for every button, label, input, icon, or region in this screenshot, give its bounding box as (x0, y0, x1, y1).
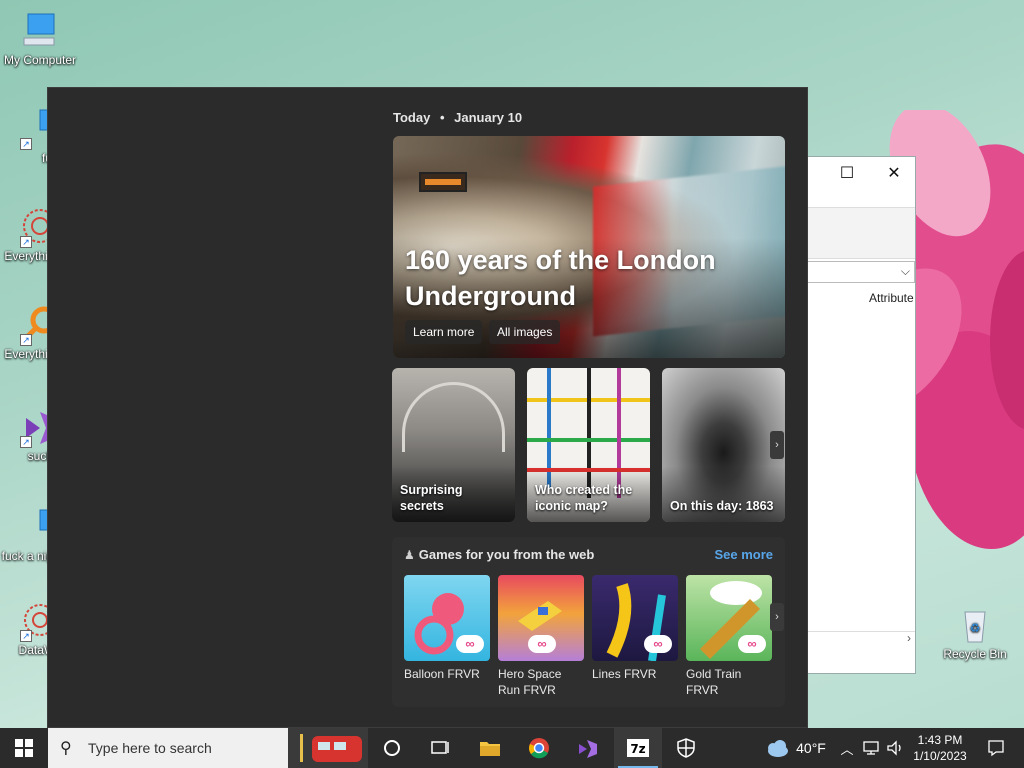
volume-button[interactable] (884, 728, 906, 768)
shortcut-arrow-icon: ↗ (20, 436, 32, 448)
games-heading-text: Games for you from the web (418, 547, 595, 562)
visual-studio-button[interactable] (568, 728, 608, 768)
games-heading: ♟ Games for you from the web (404, 547, 594, 562)
game-name: Hero Space Run FRVR (498, 667, 562, 697)
windows-logo-icon (15, 739, 33, 757)
station-arch-image (402, 382, 505, 452)
weather-temp: 40°F (796, 740, 826, 756)
folder-icon (480, 742, 500, 756)
taskbar-search-box[interactable]: ⚲ Type here to search (48, 728, 288, 768)
horizontal-scrollbar[interactable]: › (807, 631, 915, 645)
speaker-icon (887, 740, 901, 756)
date-separator: • (439, 110, 445, 125)
card-caption: Who created the iconic map? (535, 483, 633, 513)
shortcut-arrow-icon: ↗ (20, 630, 32, 642)
station-sign-image (419, 172, 467, 192)
frvr-badge-icon: ∞ (528, 635, 556, 653)
chevron-up-icon: ︿ (840, 741, 854, 757)
svg-text:♻: ♻ (970, 621, 981, 635)
game-gold-train[interactable]: ∞ Gold Train FRVR (686, 575, 772, 698)
desktop-icon-label: Recycle Bin (943, 647, 1007, 661)
shield-icon (677, 738, 695, 758)
game-name: Lines FRVR (592, 667, 657, 681)
recycle-bin-icon: ♻ (955, 604, 995, 644)
attribute-column-header[interactable]: Attribute (869, 291, 914, 305)
hero-card[interactable]: 160 years of the London Underground Lear… (393, 136, 785, 358)
7zip-button[interactable]: 7z (614, 728, 662, 768)
game-balloon[interactable]: ∞ Balloon FRVR (404, 575, 490, 682)
chevron-down-icon: ⌵ (900, 264, 910, 278)
chevron-right-icon[interactable]: › (907, 631, 911, 645)
games-next-arrow-icon[interactable]: › (770, 603, 784, 631)
game-thumbnail: ∞ (592, 575, 678, 661)
maximize-icon[interactable]: ☐ (837, 163, 857, 183)
game-thumbnail: ∞ (686, 575, 772, 661)
search-highlight-image[interactable] (288, 728, 368, 768)
game-hero-space-run[interactable]: ∞ Hero Space Run FRVR (498, 575, 584, 698)
game-name: Balloon FRVR (404, 667, 480, 681)
network-button[interactable] (860, 728, 882, 768)
file-explorer-button[interactable] (470, 728, 510, 768)
desktop-icon-label: My Computer (3, 53, 77, 67)
date-text: January 10 (454, 110, 523, 125)
clock-date: 1/10/2023 (913, 749, 967, 763)
frvr-badge-icon: ∞ (456, 635, 484, 653)
games-widget: ♟ Games for you from the web See more ∞ B… (392, 537, 785, 707)
close-icon[interactable]: ✕ (884, 163, 904, 183)
desktop-icon-recycle-bin[interactable]: ♻ Recycle Bin (935, 604, 1015, 661)
widgets-panel: Today • January 10 160 years of the Lond… (47, 87, 808, 728)
game-lines[interactable]: ∞ Lines FRVR (592, 575, 678, 682)
cloud-icon (768, 740, 789, 757)
shortcut-arrow-icon: ↗ (20, 236, 32, 248)
card-on-this-day[interactable]: On this day: 1863 (662, 368, 785, 522)
card-caption: On this day: 1863 (670, 499, 774, 513)
game-thumbnail: ∞ (498, 575, 584, 661)
card-surprising-secrets[interactable]: Surprising secrets (392, 368, 515, 522)
search-icon: ⚲ (60, 740, 72, 757)
task-view-button[interactable] (420, 728, 460, 768)
notifications-button[interactable] (978, 728, 1014, 768)
shortcut-arrow-icon: ↗ (20, 334, 32, 346)
card-iconic-map[interactable]: Who created the iconic map? (527, 368, 650, 522)
cards-next-arrow-icon[interactable]: › (770, 431, 784, 459)
underground-train-icon (300, 734, 362, 762)
taskbar: ⚲ Type here to search 7z 40°F ︿ 1:43 PM … (0, 728, 1024, 768)
cortana-icon (384, 740, 400, 756)
widgets-date: Today • January 10 (393, 110, 522, 125)
all-images-button[interactable]: All images (489, 320, 561, 344)
game-thumbnail: ∞ (404, 575, 490, 661)
learn-more-button[interactable]: Learn more (405, 320, 483, 344)
svg-text:7z: 7z (630, 742, 645, 756)
frvr-badge-icon: ∞ (644, 635, 672, 653)
start-button[interactable] (0, 728, 48, 768)
address-dropdown[interactable]: ⌵ (807, 261, 915, 283)
date-prefix: Today (393, 110, 431, 125)
network-icon (863, 741, 879, 755)
clock[interactable]: 1:43 PM 1/10/2023 (905, 732, 975, 764)
chrome-button[interactable] (519, 728, 559, 768)
weather-widget-button[interactable]: 40°F (760, 728, 830, 768)
games-icon: ♟ (404, 548, 415, 562)
clock-time: 1:43 PM (917, 733, 963, 747)
visual-studio-icon (579, 740, 597, 758)
see-more-link[interactable]: See more (714, 547, 773, 562)
computer-icon (20, 10, 60, 50)
7zip-icon: 7z (627, 739, 649, 757)
map-line (527, 438, 650, 442)
chrome-icon (529, 738, 549, 759)
search-placeholder: Type here to search (88, 740, 212, 756)
show-hidden-icons-button[interactable]: ︿ (838, 728, 856, 768)
hero-title[interactable]: 160 years of the London Underground (405, 242, 765, 314)
cortana-button[interactable] (372, 728, 412, 768)
desktop-icon-my-computer[interactable]: My Computer (0, 10, 80, 67)
action-center-icon (988, 740, 1004, 757)
card-caption: Surprising secrets (400, 483, 463, 513)
shortcut-arrow-icon: ↗ (20, 138, 32, 150)
security-button[interactable] (666, 728, 706, 768)
frvr-badge-icon: ∞ (738, 635, 766, 653)
game-name: Gold Train FRVR (686, 667, 742, 697)
task-view-icon (431, 741, 449, 754)
